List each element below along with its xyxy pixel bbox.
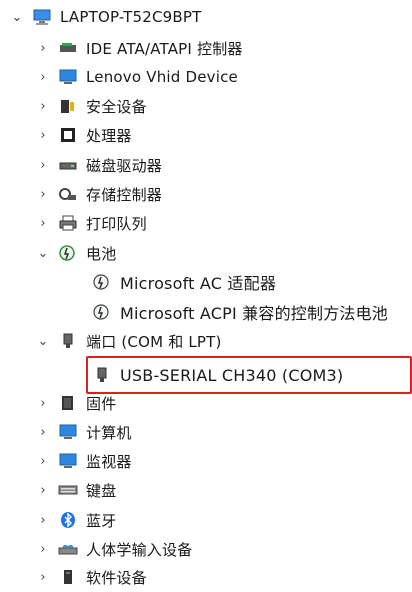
chevron-right-icon[interactable]: › (36, 187, 50, 202)
category-disk-drive[interactable]: › 磁盘驱动器 (0, 150, 412, 180)
keyboard-icon (58, 481, 78, 499)
disk-drive-icon (58, 156, 78, 174)
battery-icon (58, 244, 78, 262)
highlight-box (86, 356, 412, 394)
category-software-device[interactable]: › 软件设备 (0, 562, 412, 592)
chevron-down-icon[interactable]: ⌄ (36, 334, 50, 349)
chevron-right-icon[interactable]: › (36, 216, 50, 231)
chevron-right-icon[interactable]: › (36, 513, 50, 528)
category-lenovo-vhid[interactable]: › Lenovo Vhid Device (0, 62, 412, 92)
firmware-icon (58, 394, 78, 412)
chevron-right-icon[interactable]: › (36, 128, 50, 143)
printer-icon (58, 214, 78, 232)
category-print-queue[interactable]: › 打印队列 (0, 208, 412, 238)
category-processor[interactable]: › 处理器 (0, 120, 412, 150)
battery-device-icon (92, 303, 112, 321)
chevron-right-icon[interactable]: › (36, 483, 50, 498)
computer-icon (32, 8, 52, 26)
chevron-right-icon[interactable]: › (36, 454, 50, 469)
chevron-right-icon[interactable]: › (36, 425, 50, 440)
chevron-right-icon[interactable]: › (36, 542, 50, 557)
chevron-right-icon[interactable]: › (36, 158, 50, 173)
chevron-right-icon[interactable]: › (36, 99, 50, 114)
battery-device-icon (92, 273, 112, 291)
ide-controller-icon (58, 39, 78, 57)
security-device-icon (58, 97, 78, 115)
chevron-right-icon[interactable]: › (36, 70, 50, 85)
category-keyboard[interactable]: › 键盘 (0, 475, 412, 505)
storage-controller-icon (58, 185, 78, 203)
monitor-icon (58, 68, 78, 86)
category-ports[interactable]: ⌄ 端口 (COM 和 LPT) (0, 326, 412, 356)
device-ms-ac-adapter[interactable]: Microsoft AC 适配器 (0, 267, 412, 297)
category-storage-controller[interactable]: › 存储控制器 (0, 179, 412, 209)
chevron-right-icon[interactable]: › (36, 41, 50, 56)
port-icon (58, 332, 78, 350)
category-ide[interactable]: › IDE ATA/ATAPI 控制器 (0, 33, 412, 63)
category-monitor[interactable]: › 监视器 (0, 446, 412, 476)
monitor-icon (58, 452, 78, 470)
chevron-right-icon[interactable]: › (36, 570, 50, 585)
category-battery[interactable]: ⌄ 电池 (0, 238, 412, 268)
tree-root[interactable]: ⌄ LAPTOP-T52C9BPT (0, 2, 412, 32)
chevron-down-icon[interactable]: ⌄ (10, 10, 24, 25)
category-security[interactable]: › 安全设备 (0, 91, 412, 121)
category-bluetooth[interactable]: › 蓝牙 (0, 505, 412, 535)
root-label: LAPTOP-T52C9BPT (60, 8, 202, 26)
chevron-right-icon[interactable]: › (36, 396, 50, 411)
bluetooth-icon (58, 511, 78, 529)
computer-icon (58, 423, 78, 441)
software-device-icon (58, 568, 78, 586)
hid-icon (58, 540, 78, 558)
processor-icon (58, 126, 78, 144)
category-computer[interactable]: › 计算机 (0, 417, 412, 447)
device-ms-acpi-battery[interactable]: Microsoft ACPI 兼容的控制方法电池 (0, 297, 412, 327)
chevron-down-icon[interactable]: ⌄ (36, 246, 50, 261)
category-hid[interactable]: › 人体学输入设备 (0, 534, 412, 564)
